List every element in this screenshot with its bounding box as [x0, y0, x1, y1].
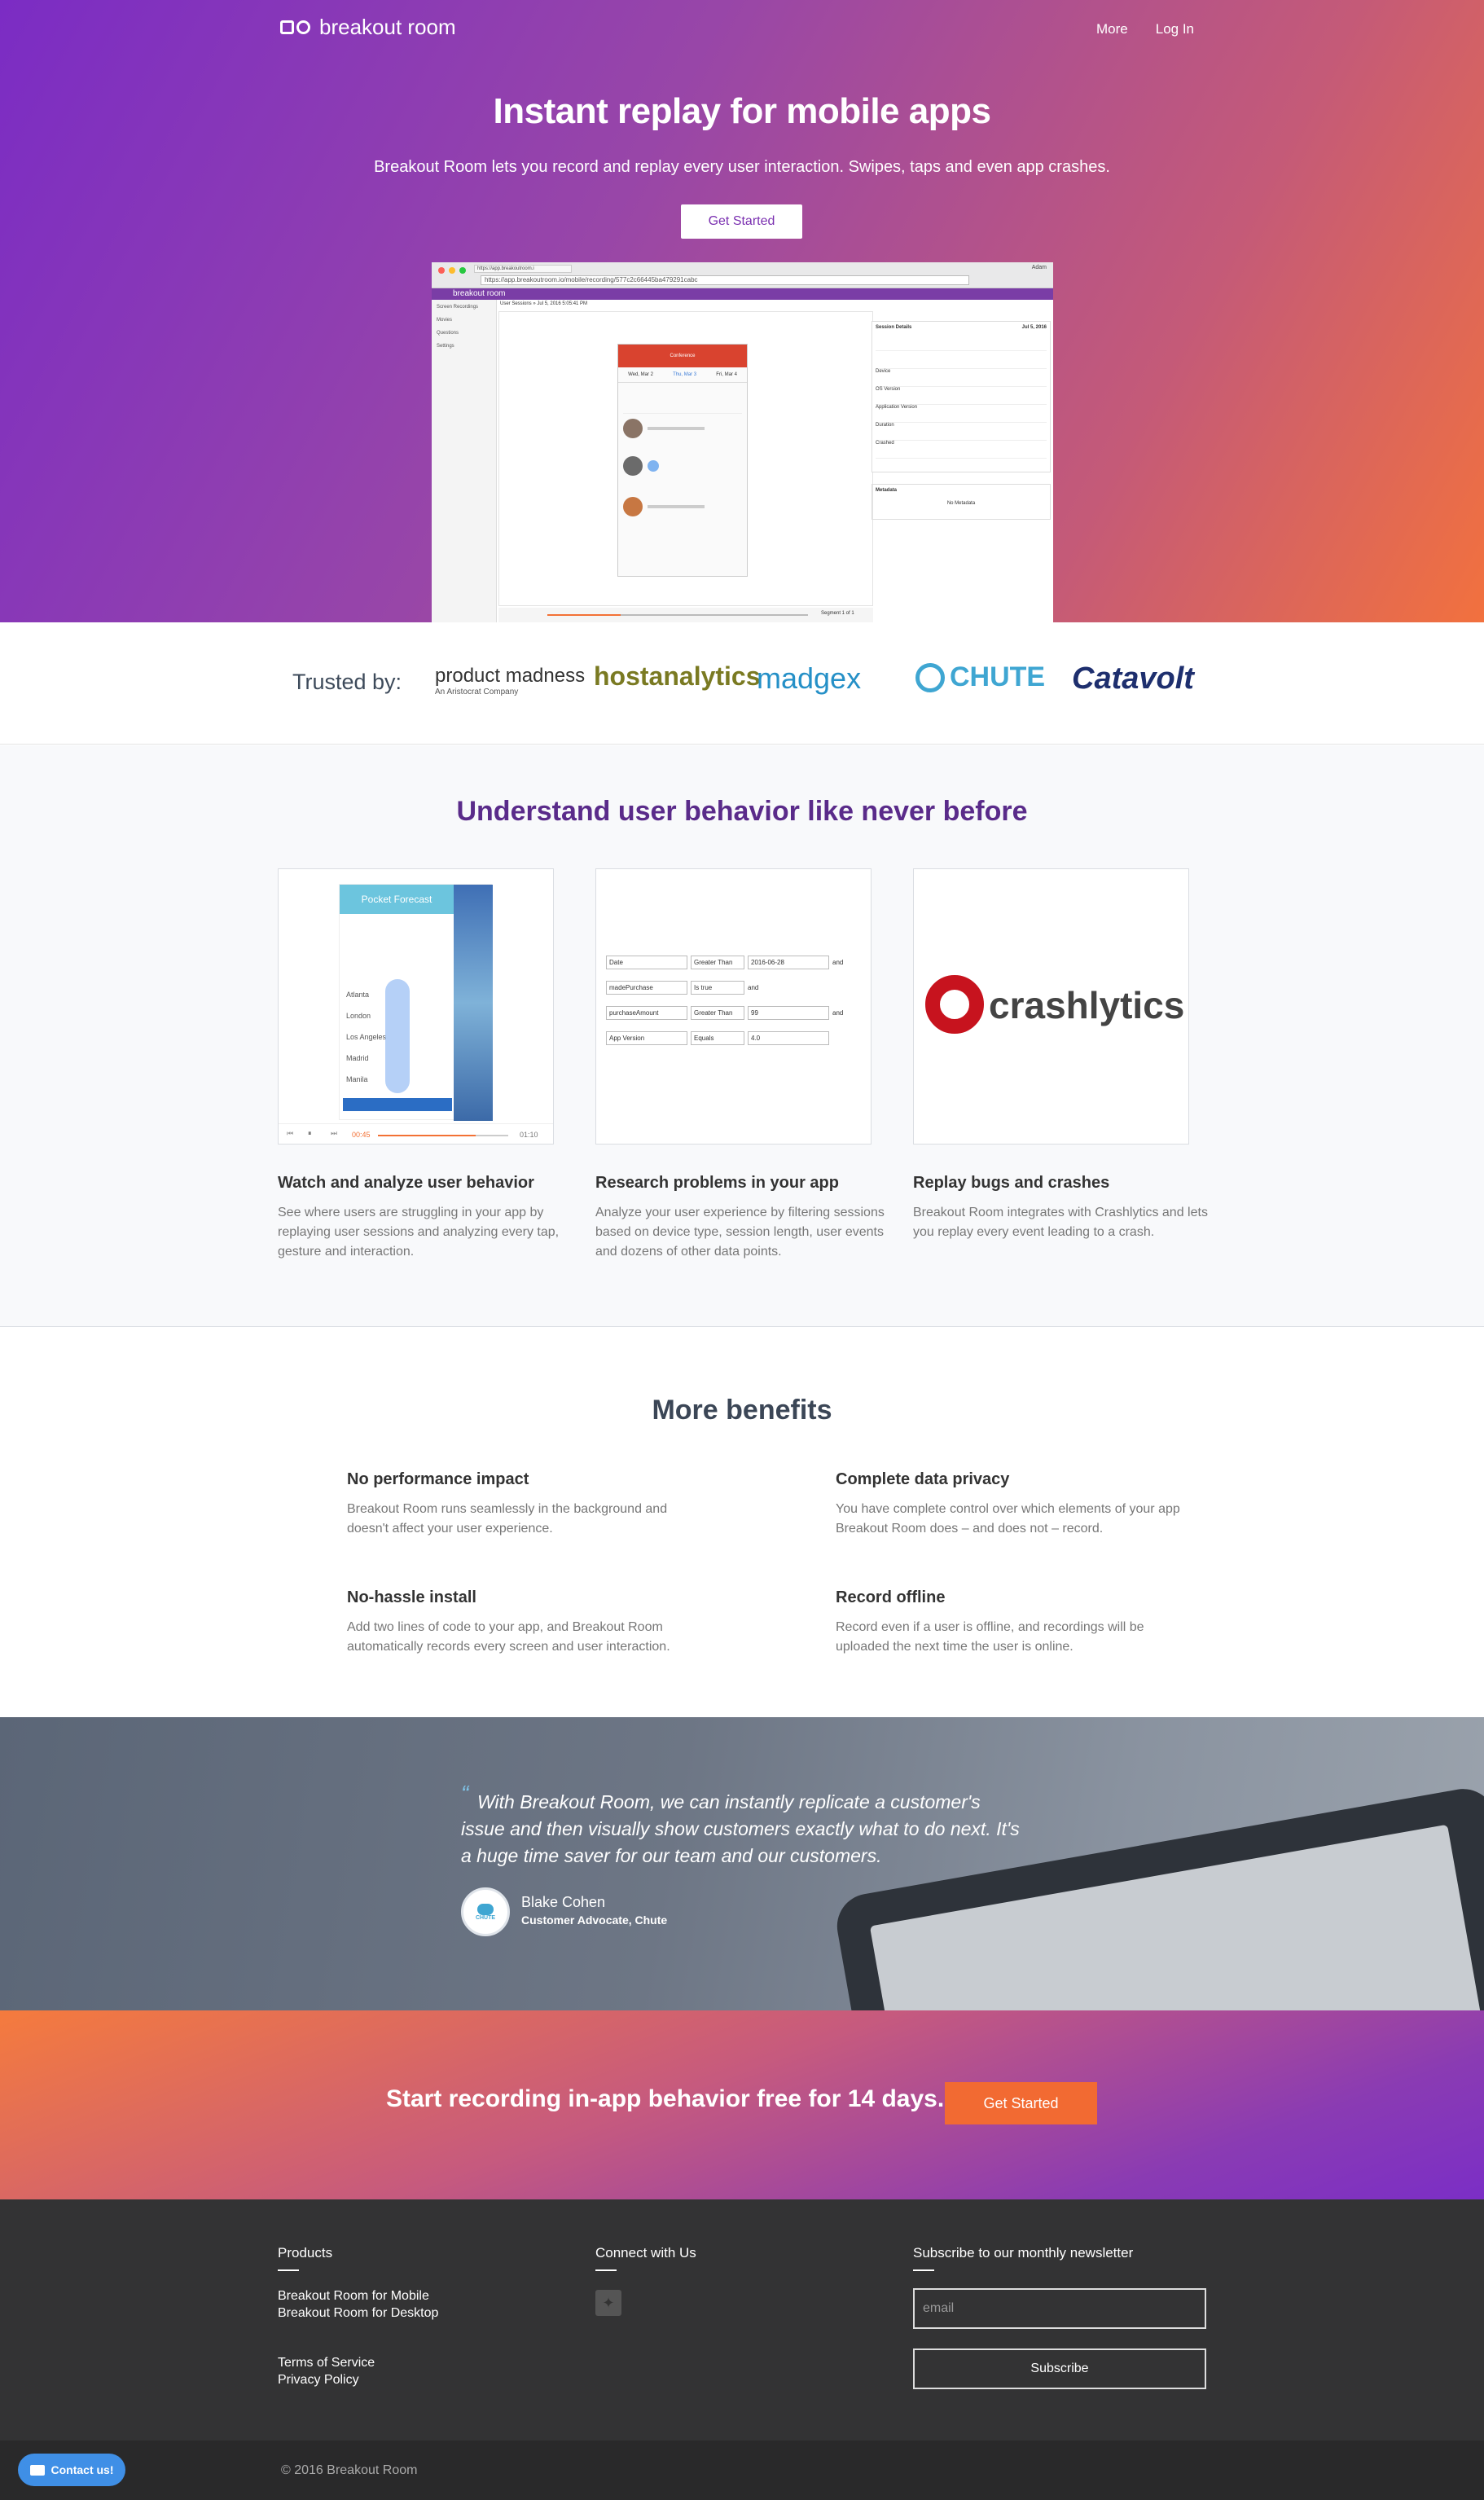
benefits-section: More benefits No performance impact Brea…	[0, 1328, 1484, 1717]
chute-cloud-icon	[915, 662, 945, 692]
phone-replay: Conference Wed, Mar 2 Thu, Mar 3 Fri, Ma…	[617, 344, 748, 577]
features-section: Understand user behavior like never befo…	[0, 745, 1484, 1327]
trusted-label: Trusted by:	[292, 670, 402, 694]
app-bar: breakout room	[432, 288, 1053, 300]
breadcrumb: User Sessions » Jul 5, 2016 5:05:41 PM	[500, 301, 588, 306]
testimonial-section: “ With Breakout Room, we can instantly r…	[0, 1717, 1484, 2010]
benefit-text-3: Add two lines of code to your app, and B…	[347, 1620, 670, 1654]
logo-text: breakout room	[319, 15, 456, 39]
footer: Products Breakout Room for Mobile Breako…	[0, 2199, 1484, 2441]
crashlytics-gear-icon	[925, 975, 984, 1034]
logo-catavolt: Catavolt	[1072, 661, 1194, 696]
trusted-by-section: Trusted by: product madness An Aristocra…	[0, 622, 1484, 745]
feature-title-2: Research problems in your app	[595, 1174, 839, 1192]
metadata-panel: Metadata No Metadata	[872, 484, 1051, 520]
logo-icon	[280, 19, 313, 37]
address-bar: https://app.breakoutroom.io/mobile/recor…	[481, 275, 969, 285]
chute-cloud-icon	[477, 1903, 494, 1915]
benefit-text-1: Breakout Room runs seamlessly in the bac…	[347, 1502, 668, 1536]
subscribe-button[interactable]: Subscribe	[913, 2348, 1206, 2389]
hero-subtitle: Breakout Room lets you record and replay…	[374, 158, 1110, 176]
hero-title: Instant replay for mobile apps	[493, 91, 991, 131]
cta-text: Start recording in-app behavior free for…	[386, 2085, 945, 2112]
skip-forward-icon[interactable]: ⏭	[331, 1129, 337, 1138]
features-title: Understand user behavior like never befo…	[456, 796, 1028, 827]
nav-login-link[interactable]: Log In	[1156, 21, 1194, 37]
testimonial-role: Customer Advocate, Chute	[521, 1913, 668, 1927]
testimonial-name: Blake Cohen	[521, 1894, 606, 1910]
logo-chute: CHUTE	[915, 661, 1045, 693]
cta-get-started-button[interactable]: Get Started	[945, 2082, 1097, 2124]
feature-card-filters: Date Greater Than 2016-06-28 and madePurcha…	[595, 868, 872, 1145]
feature-text-3: Breakout Room integrates with Crashlytic…	[913, 1206, 1208, 1239]
mail-icon	[29, 2464, 45, 2476]
app-sidebar: Screen Recordings Movies Questions Setti…	[432, 300, 497, 622]
touch-trail	[385, 979, 410, 1093]
browser-chrome: https://app.breakoutroom.i Adam https://…	[432, 262, 1053, 288]
newsletter-email-input[interactable]: email	[913, 2288, 1206, 2329]
footer-newsletter-title: Subscribe to our monthly newsletter	[913, 2245, 1134, 2261]
footer-link-mobile[interactable]: Breakout Room for Mobile	[278, 2289, 429, 2304]
testimonial-text: With Breakout Room, we can instantly rep…	[461, 1791, 1020, 1866]
benefit-title-1: No performance impact	[347, 1470, 529, 1488]
replay-controls: ⏮ ⏸ ⏭ 00:45 01:10	[279, 1123, 553, 1144]
logo-product-madness: product madness An Aristocrat Company	[435, 665, 586, 696]
nav-more-link[interactable]: More	[1096, 21, 1128, 37]
footer-connect-title: Connect with Us	[595, 2245, 696, 2261]
crashlytics-wordmark: crashlytics	[989, 984, 1185, 1026]
twitter-icon[interactable]: ✦	[595, 2290, 621, 2316]
replay-player: Segment 1 of 1	[498, 608, 873, 622]
feature-title-3: Replay bugs and crashes	[913, 1174, 1110, 1192]
benefit-title-3: No-hassle install	[347, 1588, 476, 1606]
benefit-title-2: Complete data privacy	[836, 1470, 1010, 1488]
feature-text-1: See where users are struggling in your a…	[278, 1206, 560, 1259]
weather-app-mock: Pocket Forecast Atlanta London Los Angel…	[339, 884, 493, 1121]
benefit-title-4: Record offline	[836, 1588, 946, 1606]
feature-title-1: Watch and analyze user behavior	[278, 1174, 534, 1192]
product-screenshot: https://app.breakoutroom.i Adam https://…	[432, 262, 1053, 622]
logo-hostanalytics: hostanalytics	[594, 661, 761, 691]
brand-logo[interactable]: breakout room	[280, 15, 456, 40]
benefit-text-4: Record even if a user is offline, and re…	[836, 1620, 1144, 1654]
hero-get-started-button[interactable]: Get Started	[681, 204, 802, 239]
footer-link-desktop[interactable]: Breakout Room for Desktop	[278, 2306, 438, 2321]
feature-card-crashlytics: crashlytics	[913, 868, 1189, 1145]
footer-link-privacy[interactable]: Privacy Policy	[278, 2373, 359, 2388]
session-details-panel: Session Details Jul 5, 2016 Device OS Ver…	[872, 321, 1051, 472]
browser-tab: https://app.breakoutroom.i	[474, 265, 572, 273]
hero-section: breakout room More Log In Instant replay…	[0, 0, 1484, 622]
footer-link-terms[interactable]: Terms of Service	[278, 2356, 375, 2370]
pause-icon[interactable]: ⏸	[308, 1129, 312, 1138]
footer-products-title: Products	[278, 2245, 333, 2261]
benefits-title: More benefits	[652, 1395, 832, 1426]
top-nav: More Log In	[1096, 21, 1194, 37]
benefit-text-2: You have complete control over which ele…	[836, 1502, 1180, 1536]
account-name: Adam	[1031, 265, 1047, 270]
feature-card-replay: Pocket Forecast Atlanta London Los Angel…	[278, 868, 554, 1145]
cta-section: Start recording in-app behavior free for…	[0, 2010, 1484, 2199]
unit-toggle[interactable]	[343, 1098, 452, 1111]
logo-madgex: madgex	[757, 661, 862, 695]
footer-bottom-bar: Contact us! © 2016 Breakout Room	[0, 2441, 1484, 2500]
contact-us-button[interactable]: Contact us!	[18, 2454, 125, 2486]
filter-rows: Date Greater Than 2016-06-28 and madePurcha…	[606, 956, 843, 1045]
copyright: © 2016 Breakout Room	[281, 2463, 418, 2477]
window-controls	[438, 267, 466, 274]
feature-text-2: Analyze your user experience by filterin…	[595, 1206, 885, 1259]
city-list: Atlanta London Los Angeles Madrid Manila	[346, 991, 387, 1083]
skip-back-icon[interactable]: ⏮	[287, 1129, 293, 1138]
avatar: CHUTE	[461, 1887, 510, 1936]
replay-progress[interactable]	[547, 614, 808, 616]
